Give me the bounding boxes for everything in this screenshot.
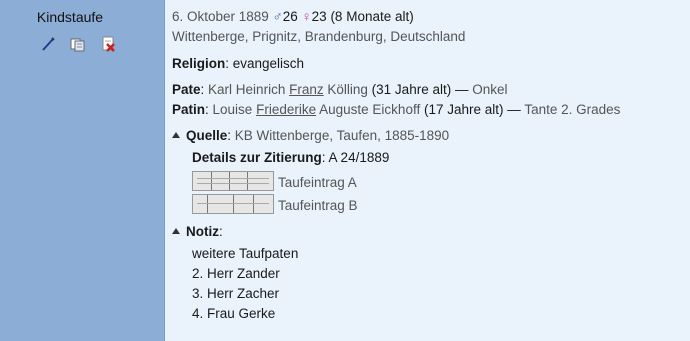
pate-label: Pate bbox=[172, 82, 201, 97]
religion-value: evangelisch bbox=[232, 56, 305, 71]
patin-relation: Tante 2. Grades bbox=[524, 102, 621, 117]
citation-details-label: Details zur Zitierung bbox=[192, 150, 322, 165]
patin-label: Patin bbox=[172, 102, 206, 117]
pate-line: Pate: Karl Heinrich Franz Kölling (31 Ja… bbox=[172, 82, 508, 97]
note-line: 2. Herr Zander bbox=[192, 266, 280, 281]
female-icon: ♀ bbox=[301, 9, 312, 24]
pate-name[interactable]: Karl Heinrich Franz Kölling bbox=[208, 82, 368, 97]
attachment-label: Taufeintrag B bbox=[278, 198, 358, 213]
notiz-collapse-icon[interactable] bbox=[172, 228, 180, 234]
notiz-line: Notiz: bbox=[172, 224, 223, 239]
document-thumbnail[interactable] bbox=[192, 171, 274, 191]
note-line: 4. Frau Gerke bbox=[192, 306, 276, 321]
patin-surname: Auguste Eickhoff bbox=[319, 102, 421, 117]
quelle-label: Quelle bbox=[186, 128, 228, 143]
pate-given-names: Karl Heinrich bbox=[208, 82, 286, 97]
patin-dash: — bbox=[507, 102, 521, 117]
religion-line: Religion: evangelisch bbox=[172, 56, 305, 71]
male-icon: ♂ bbox=[272, 9, 283, 24]
pate-dash: — bbox=[454, 82, 469, 97]
note-line: 3. Herr Zacher bbox=[192, 286, 280, 301]
father-age: 26 bbox=[282, 9, 298, 24]
quelle-line: Quelle: KB Wittenberge, Taufen, 1885-189… bbox=[172, 128, 449, 143]
event-date: 6. Oktober 1889 bbox=[172, 9, 269, 24]
patin-call-name: Friederike bbox=[256, 102, 317, 117]
patin-line: Patin: Louise Friederike Auguste Eickhof… bbox=[172, 102, 621, 117]
event-type-title: Kindstaufe bbox=[36, 9, 104, 25]
patin-given-names: Louise bbox=[212, 102, 253, 117]
patin-age: (17 Jahre alt) bbox=[423, 102, 504, 117]
pate-call-name: Franz bbox=[289, 82, 324, 97]
pate-age: (31 Jahre alt) bbox=[371, 82, 452, 97]
event-header-line: 6. Oktober 1889 ♂26 ♀23 (8 Monate alt) bbox=[172, 9, 414, 24]
event-details: 6. Oktober 1889 ♂26 ♀23 (8 Monate alt) W… bbox=[165, 0, 690, 341]
document-thumbnail[interactable] bbox=[192, 194, 274, 214]
notiz-label: Notiz bbox=[186, 224, 219, 239]
pate-surname: Kölling bbox=[327, 82, 368, 97]
edit-icon[interactable] bbox=[40, 36, 56, 52]
event-sidebar: Kindstaufe bbox=[0, 0, 164, 341]
attachment-row[interactable]: Taufeintrag A bbox=[192, 171, 357, 191]
delete-icon[interactable] bbox=[100, 36, 116, 52]
citation-details: Details zur Zitierung: A 24/1889 bbox=[192, 150, 390, 165]
pate-relation: Onkel bbox=[472, 82, 508, 97]
event-actions bbox=[40, 36, 116, 52]
religion-label: Religion bbox=[172, 56, 226, 71]
note-line: weitere Taufpaten bbox=[192, 246, 299, 261]
quelle-value[interactable]: KB Wittenberge, Taufen, 1885-1890 bbox=[235, 128, 449, 143]
child-age: (8 Monate alt) bbox=[330, 9, 414, 24]
attachment-label: Taufeintrag A bbox=[278, 175, 357, 190]
copy-icon[interactable] bbox=[70, 36, 86, 52]
patin-name[interactable]: Louise Friederike Auguste Eickhoff bbox=[213, 102, 421, 117]
citation-details-value: A 24/1889 bbox=[328, 150, 390, 165]
event-place: Wittenberge, Prignitz, Brandenburg, Deut… bbox=[172, 29, 466, 44]
event-view: Kindstaufe 6. Oktober 1889 ♂26 ♀23 (8 Mo… bbox=[0, 0, 690, 341]
mother-age: 23 bbox=[311, 9, 327, 24]
attachment-row[interactable]: Taufeintrag B bbox=[192, 194, 358, 214]
quelle-collapse-icon[interactable] bbox=[172, 132, 180, 138]
